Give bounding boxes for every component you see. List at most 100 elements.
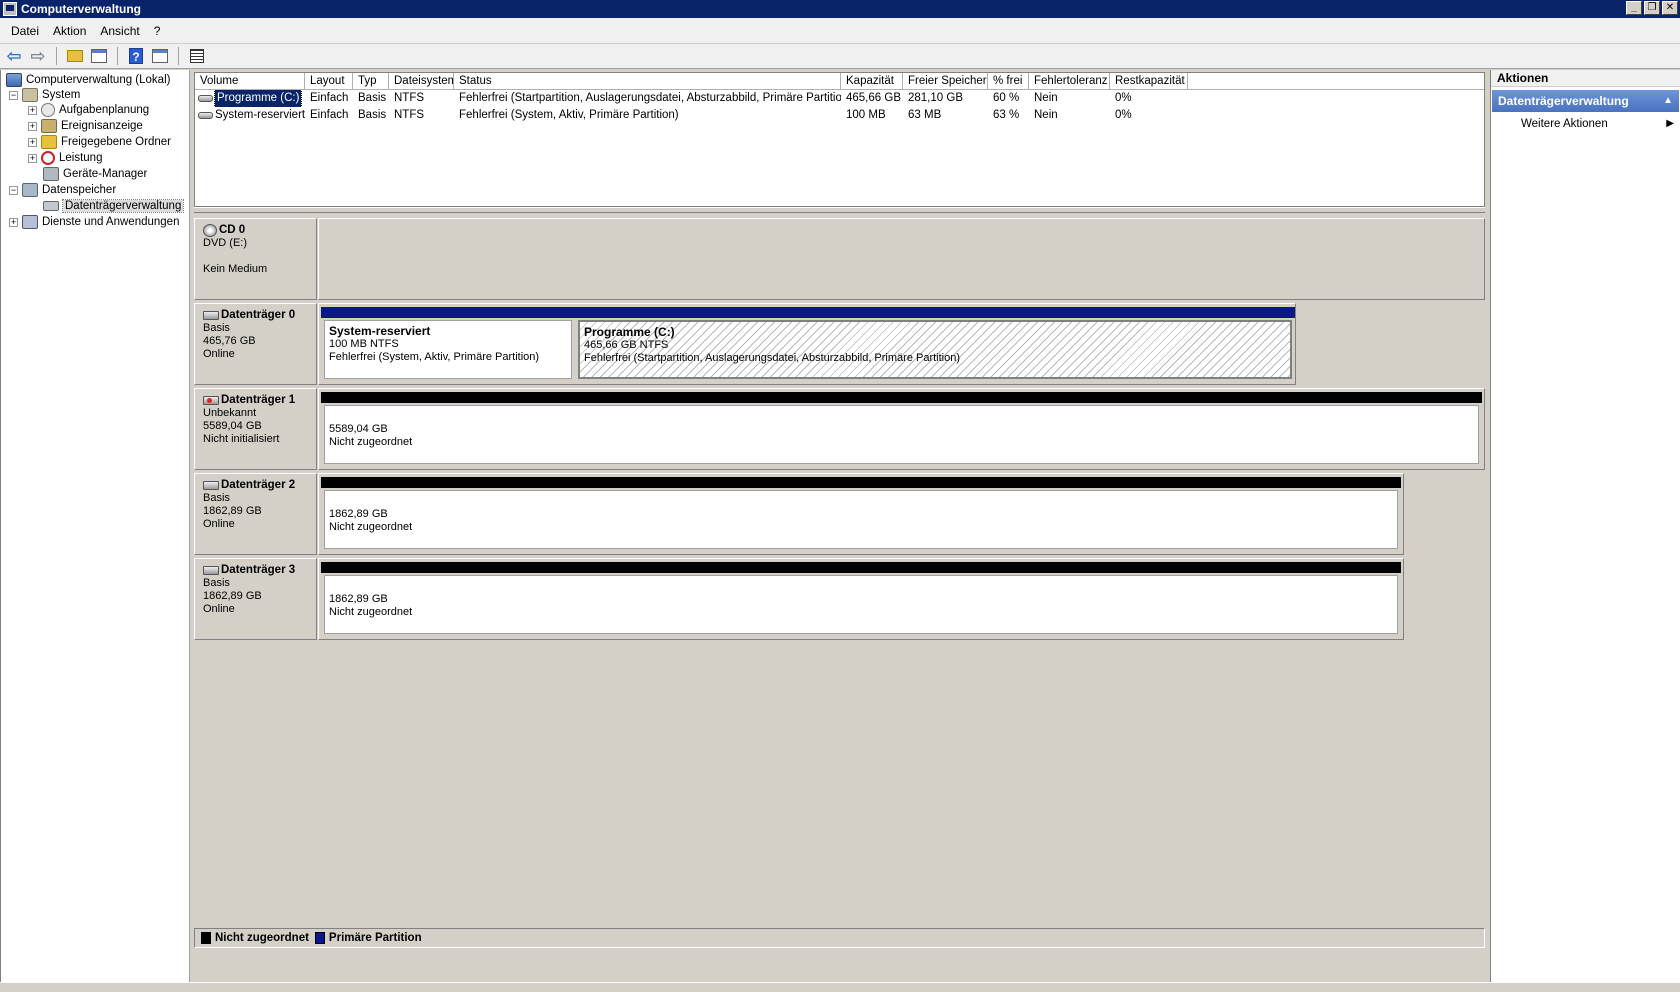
disk-graphical-view: CD 0 DVD (E:) Kein Medium Datenträger 0 … (194, 218, 1485, 958)
close-button[interactable]: ✕ (1662, 1, 1678, 15)
column-header-prozent-frei[interactable]: % frei (988, 73, 1029, 89)
tree-item-dienste[interactable]: + Dienste und Anwendungen (9, 214, 179, 230)
title-bar: Computerverwaltung _ ❐ ✕ (0, 0, 1680, 18)
legend-swatch-unallocated (201, 932, 211, 944)
tree-item-freigegebene-ordner[interactable]: + Freigegebene Ordner (28, 134, 171, 150)
expand-toggle[interactable]: + (28, 121, 37, 131)
volume-list: Volume Layout Typ Dateisystem Status Kap… (194, 72, 1485, 207)
minimize-button[interactable]: _ (1626, 1, 1642, 15)
column-header-layout[interactable]: Layout (305, 73, 353, 89)
drive-icon (198, 95, 213, 102)
partition-system-reserviert[interactable]: System-reserviert 100 MB NTFS Fehlerfrei… (321, 307, 575, 382)
legend-swatch-primary (314, 932, 325, 944)
back-button[interactable]: ⇦ (4, 46, 24, 66)
disk-body-0: System-reserviert 100 MB NTFS Fehlerfrei… (318, 303, 1296, 385)
disk-row-0: Datenträger 0 Basis 465,76 GB Online Sys… (194, 303, 1296, 385)
expand-toggle[interactable]: + (28, 105, 37, 115)
column-header-freier-speicher[interactable]: Freier Speicher (903, 73, 988, 89)
primary-partition-bar (575, 307, 1295, 318)
forward-button[interactable]: ⇨ (28, 46, 48, 66)
primary-partition-bar (321, 307, 575, 318)
tree-item-aufgabenplanung[interactable]: + Aufgabenplanung (28, 102, 149, 118)
properties-button[interactable] (187, 46, 207, 66)
folder-up-icon (67, 50, 83, 62)
menu-aktion[interactable]: Aktion (46, 24, 93, 38)
volume-list-header: Volume Layout Typ Dateisystem Status Kap… (195, 73, 1484, 90)
column-header-dateisystem[interactable]: Dateisystem (389, 73, 454, 89)
performance-icon (41, 151, 55, 165)
column-header-fehlertoleranz[interactable]: Fehlertoleranz (1029, 73, 1110, 89)
toolbar-separator (56, 47, 57, 65)
event-viewer-icon (41, 119, 57, 133)
column-header-restkapazitaet[interactable]: Restkapazität (1110, 73, 1188, 89)
tree-item-system[interactable]: − System (9, 87, 80, 103)
column-header-kapazitaet[interactable]: Kapazität (841, 73, 903, 89)
unallocated-bar (321, 562, 1401, 573)
pane-splitter[interactable] (194, 207, 1485, 213)
clock-icon (41, 103, 55, 117)
expand-toggle[interactable]: + (28, 153, 37, 163)
expand-toggle[interactable]: + (9, 217, 18, 227)
disk-body-1: 5589,04 GB Nicht zugeordnet (318, 388, 1485, 470)
actions-section-datentraegerverwaltung[interactable]: Datenträgerverwaltung ▲ (1492, 90, 1679, 112)
column-header-status[interactable]: Status (454, 73, 841, 89)
help-button[interactable]: ? (126, 46, 146, 66)
menu-datei[interactable]: Datei (4, 24, 46, 38)
up-folder-button[interactable] (65, 46, 85, 66)
disk-management-pane: Volume Layout Typ Dateisystem Status Kap… (194, 70, 1486, 982)
tree-item-root[interactable]: Computerverwaltung (Lokal) (6, 72, 170, 88)
table-row[interactable]: System-reserviert Einfach Basis NTFS Feh… (195, 107, 1484, 124)
disk-body-3: 1862,89 GB Nicht zugeordnet (318, 558, 1404, 640)
help-icon: ? (129, 48, 143, 64)
hard-disk-icon (203, 311, 219, 320)
maximize-button[interactable]: ❐ (1644, 1, 1660, 15)
device-manager-icon (43, 167, 59, 181)
actions-pane: Aktionen Datenträgerverwaltung ▲ Weitere… (1490, 70, 1680, 982)
properties-icon (190, 49, 204, 63)
console-tree: Computerverwaltung (Lokal) − System + Au… (0, 70, 190, 982)
disk-label-0[interactable]: Datenträger 0 Basis 465,76 GB Online (194, 303, 317, 385)
window-title: Computerverwaltung (21, 2, 142, 16)
disk-label-3[interactable]: Datenträger 3 Basis 1862,89 GB Online (194, 558, 317, 640)
partition-programme-c[interactable]: Programme (C:) 465,66 GB NTFS Fehlerfrei… (575, 307, 1295, 382)
services-icon (22, 215, 38, 229)
partition-unallocated[interactable]: 1862,89 GB Nicht zugeordnet (321, 477, 1401, 552)
disk-label-2[interactable]: Datenträger 2 Basis 1862,89 GB Online (194, 473, 317, 555)
menu-ansicht[interactable]: Ansicht (93, 24, 146, 38)
toolbar-separator (178, 47, 179, 65)
disk-label-cd0[interactable]: CD 0 DVD (E:) Kein Medium (194, 218, 317, 300)
tree-item-geraete-manager[interactable]: Geräte-Manager (43, 166, 147, 182)
more-actions-item[interactable]: Weitere Aktionen ▶ (1491, 114, 1680, 134)
table-row[interactable]: Programme (C:) Einfach Basis NTFS Fehler… (195, 90, 1484, 107)
disk-label-1[interactable]: Datenträger 1 Unbekannt 5589,04 GB Nicht… (194, 388, 317, 470)
disk-row-2: Datenträger 2 Basis 1862,89 GB Online 18… (194, 473, 1404, 555)
legend: Nicht zugeordnet Primäre Partition (194, 928, 1485, 948)
partition-unallocated[interactable]: 1862,89 GB Nicht zugeordnet (321, 562, 1401, 637)
tree-item-datentraegerverwaltung[interactable]: Datenträgerverwaltung (43, 198, 185, 214)
action-pane-icon (152, 49, 168, 63)
collapse-arrow-icon[interactable]: ▲ (1663, 90, 1673, 112)
tree-item-leistung[interactable]: + Leistung (28, 150, 102, 166)
tree-item-datenspeicher[interactable]: − Datenspeicher (9, 182, 116, 198)
menu-help[interactable]: ? (147, 24, 168, 38)
collapse-toggle[interactable]: − (9, 185, 18, 195)
computer-management-icon (3, 2, 17, 16)
column-header-volume[interactable]: Volume (195, 73, 305, 89)
action-pane-button[interactable] (150, 46, 170, 66)
system-tools-icon (22, 88, 38, 102)
drive-icon (198, 112, 213, 119)
status-bar (0, 982, 1680, 992)
shared-folder-icon (41, 135, 57, 149)
partition-unallocated[interactable]: 5589,04 GB Nicht zugeordnet (321, 392, 1482, 467)
show-hide-tree-button[interactable] (89, 46, 109, 66)
collapse-toggle[interactable]: − (9, 90, 18, 100)
tree-item-ereignisanzeige[interactable]: + Ereignisanzeige (28, 118, 143, 134)
unallocated-bar (321, 477, 1401, 488)
disk-row-3: Datenträger 3 Basis 1862,89 GB Online 18… (194, 558, 1404, 640)
expand-toggle[interactable]: + (28, 137, 37, 147)
disk-row-cd0: CD 0 DVD (E:) Kein Medium (194, 218, 1485, 300)
unallocated-bar (321, 392, 1482, 403)
console-tree-icon (91, 49, 107, 63)
disk-management-icon (43, 201, 59, 211)
column-header-typ[interactable]: Typ (353, 73, 389, 89)
